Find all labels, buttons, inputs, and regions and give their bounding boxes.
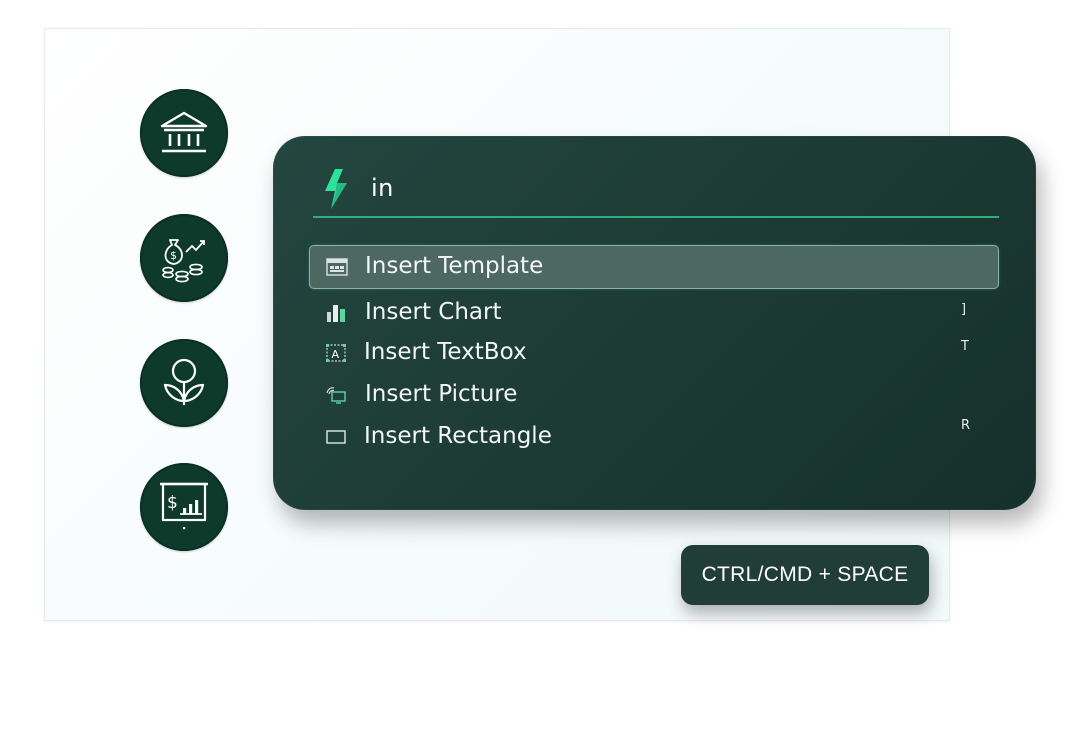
- template-icon: [326, 258, 348, 276]
- rectangle-icon: [326, 430, 346, 444]
- bank-icon: [160, 111, 208, 153]
- command-item-label: Insert Picture: [365, 381, 518, 407]
- picture-icon: [326, 387, 346, 404]
- textbox-icon: A: [326, 344, 346, 362]
- stage: $ $ in Insert Template Insert Chart] A …: [0, 0, 1078, 753]
- command-item-label: Insert Template: [365, 253, 544, 279]
- money-growth-icon: $: [162, 239, 205, 283]
- command-item-label: Insert TextBox: [364, 339, 527, 365]
- command-item-insert-textbox[interactable]: A Insert TextBox: [309, 331, 999, 375]
- sidebar-circle-money-growth[interactable]: $: [140, 214, 228, 302]
- shortcut-key-rectangle: R: [961, 418, 971, 433]
- command-item-label: Insert Rectangle: [364, 423, 552, 449]
- plant-icon: [163, 358, 205, 405]
- svg-text:A: A: [332, 348, 340, 361]
- presentation-board-icon: $: [160, 482, 208, 530]
- command-item-label: Insert Chart: [365, 299, 502, 325]
- keyboard-shortcut-hint: CTRL/CMD + SPACE: [681, 545, 929, 605]
- sidebar-circle-bank[interactable]: [140, 89, 228, 177]
- bar-chart-icon: [327, 305, 345, 322]
- svg-text:$: $: [170, 249, 177, 262]
- lightning-bolt-icon: [325, 169, 347, 209]
- shortcut-key-chart: ]: [961, 302, 967, 317]
- sidebar-circle-plant[interactable]: [140, 339, 228, 427]
- command-item-insert-chart[interactable]: Insert Chart: [309, 291, 999, 335]
- command-item-insert-template[interactable]: Insert Template: [309, 245, 999, 289]
- command-item-insert-picture[interactable]: Insert Picture: [309, 373, 999, 417]
- command-item-insert-rectangle[interactable]: Insert Rectangle: [309, 415, 999, 459]
- command-palette: in Insert Template Insert Chart ] A Inse…: [273, 136, 1036, 510]
- sidebar-circle-presentation[interactable]: $: [140, 463, 228, 551]
- command-search-query[interactable]: in: [371, 174, 394, 202]
- command-search-row[interactable]: in: [313, 164, 999, 218]
- shortcut-key-textbox: T: [961, 339, 969, 354]
- svg-text:$: $: [167, 493, 178, 513]
